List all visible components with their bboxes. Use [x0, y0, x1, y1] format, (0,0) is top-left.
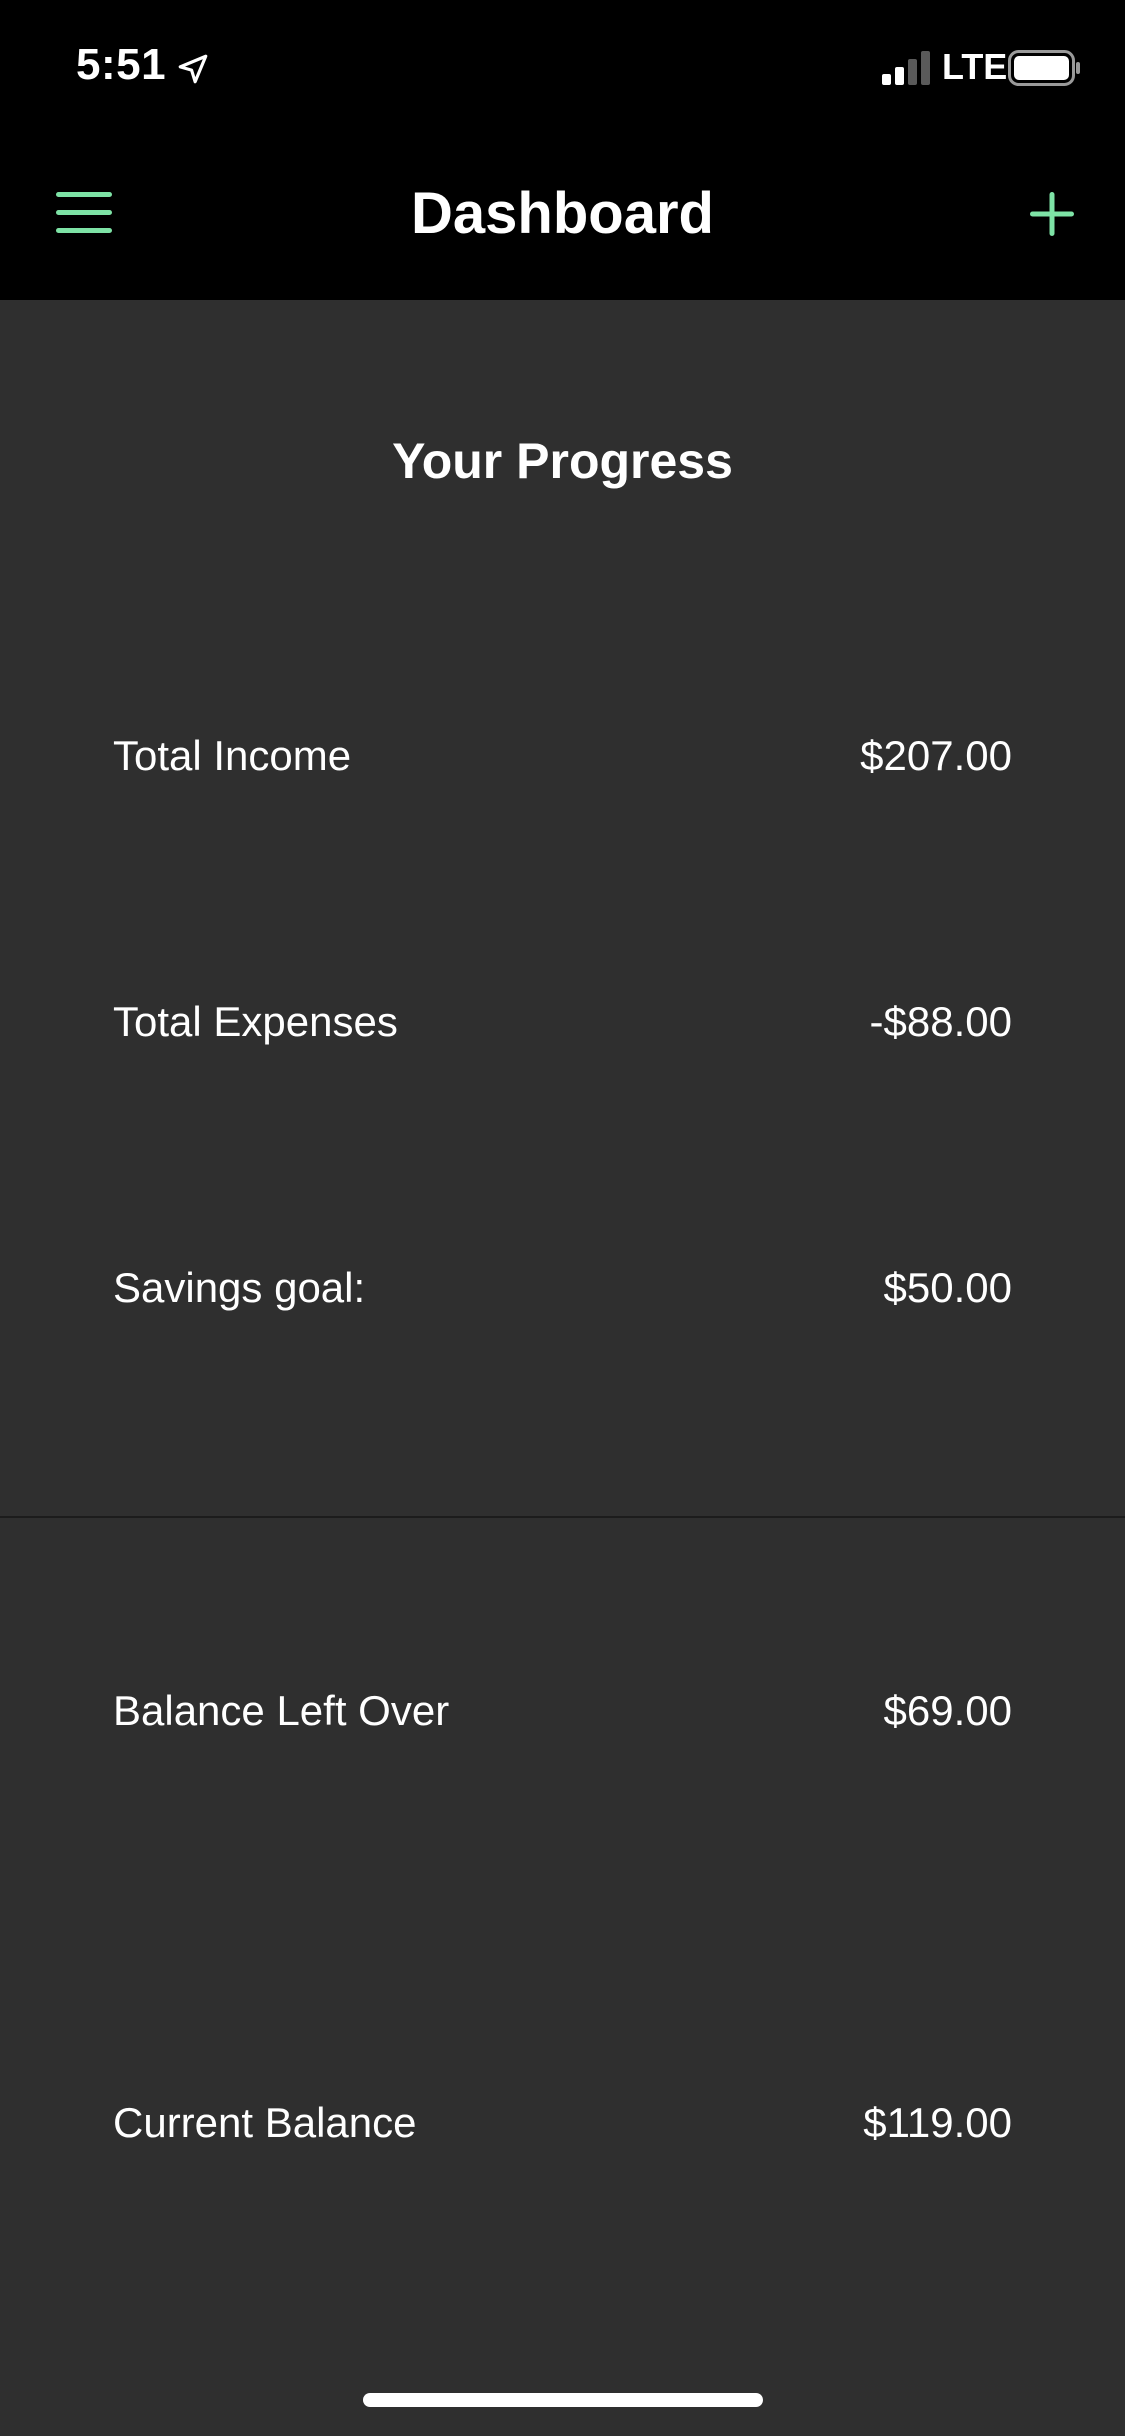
add-button[interactable]	[1028, 190, 1076, 238]
row-value: $119.00	[863, 2099, 1012, 2146]
dashboard-screen: 5:51 LTE Dashboard Your Progress Total I…	[0, 0, 1125, 2436]
balance-left-over-row: Balance Left Over $69.00	[113, 1681, 1012, 1741]
savings-goal-row: Savings goal: $50.00	[113, 1258, 1012, 1318]
expenses-row: Total Expenses -$88.00	[113, 992, 1012, 1052]
network-type-label: LTE	[942, 46, 1008, 87]
page-title: Dashboard	[411, 181, 714, 246]
home-indicator[interactable]	[363, 2393, 763, 2407]
row-label: Current Balance	[113, 2099, 417, 2146]
status-bar: 5:51 LTE	[0, 0, 1125, 132]
row-label: Savings goal:	[113, 1264, 366, 1311]
section-title: Your Progress	[392, 433, 733, 489]
row-label: Total Expenses	[113, 998, 398, 1045]
row-value: -$88.00	[869, 998, 1012, 1045]
status-time: 5:51	[76, 40, 167, 89]
row-value: $69.00	[883, 1687, 1012, 1734]
row-label: Balance Left Over	[113, 1687, 450, 1734]
location-arrow-icon	[178, 54, 208, 84]
row-label: Total Income	[113, 732, 352, 779]
battery-icon	[1008, 50, 1080, 86]
navigation-bar: Dashboard	[0, 132, 1125, 300]
current-balance-row: Current Balance $119.00	[113, 2093, 1012, 2153]
plus-icon	[1030, 192, 1074, 236]
row-value: $50.00	[883, 1264, 1012, 1311]
section-divider	[0, 1516, 1125, 1518]
income-row: Total Income $207.00	[113, 726, 1012, 786]
row-value: $207.00	[860, 732, 1012, 779]
cellular-signal-icon	[882, 51, 930, 85]
